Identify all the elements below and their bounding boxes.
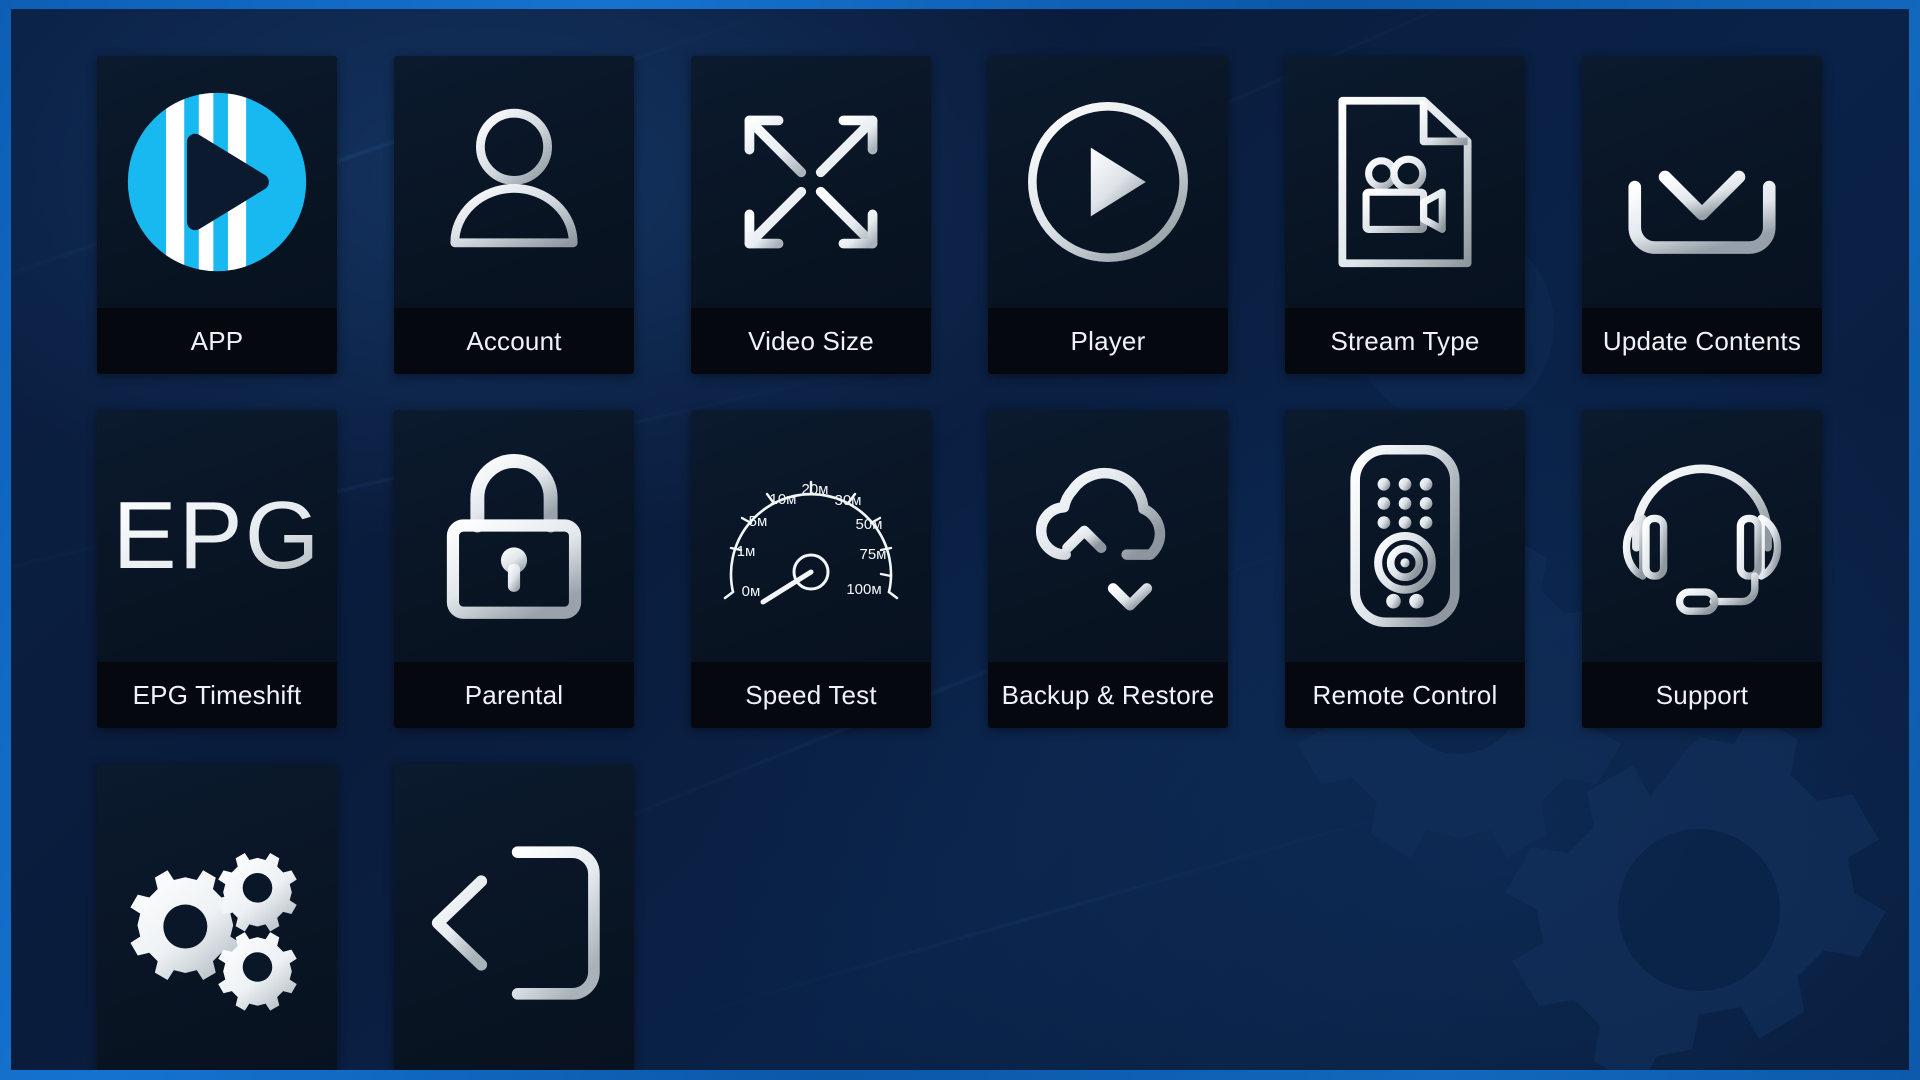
tile-label: Parental	[464, 679, 564, 710]
tile-account[interactable]: Account	[394, 56, 634, 374]
tile-label: Update Contents	[1602, 325, 1802, 356]
tile-label: APP	[190, 325, 244, 356]
tile-support[interactable]: Support	[1582, 410, 1822, 728]
tile-video-size[interactable]: Video Size	[691, 56, 931, 374]
settings-screen: APP Account Video Size Player Stream Typ…	[0, 0, 1920, 1080]
speed-tick-4: 20м	[802, 481, 829, 498]
tile-icon-area: EPG	[97, 410, 337, 662]
tile-label: Account	[466, 325, 562, 356]
tile-icon-area	[1285, 410, 1525, 662]
headset-icon	[1622, 464, 1782, 615]
tile-icon-area	[97, 56, 337, 308]
speed-tick-8: 100м	[846, 581, 881, 598]
tile-label-strip: Parental	[394, 662, 634, 728]
user-icon	[450, 108, 578, 248]
tile-icon-area	[1582, 56, 1822, 308]
tile-label: Remote Control	[1312, 679, 1498, 710]
tile-epg-timeshift[interactable]: EPG EPG Timeshift	[97, 410, 337, 728]
tile-label: EPG Timeshift	[132, 679, 302, 710]
tile-remote-control[interactable]: Remote Control	[1285, 410, 1525, 728]
speed-tick-3: 10м	[770, 491, 797, 508]
epg-letters: EPG	[117, 482, 317, 589]
tile-label: Speed Test	[745, 679, 877, 710]
epg-text-icon: EPG	[117, 482, 317, 589]
tile-label-strip: Stream Type	[1285, 308, 1525, 374]
download-icon	[1628, 106, 1776, 254]
tile-settings[interactable]	[97, 764, 337, 1070]
tile-speed-test[interactable]: 0м 1м 5м 10м 20м 30м 50м 75м 100м Speed …	[691, 410, 931, 728]
tile-label: Support	[1655, 679, 1749, 710]
video-document-icon	[1338, 96, 1472, 268]
tile-label-strip: EPG Timeshift	[97, 662, 337, 728]
tile-icon-area	[394, 764, 634, 1070]
tile-label-strip: Remote Control	[1285, 662, 1525, 728]
tile-icon-area	[1285, 56, 1525, 308]
speed-tick-7: 75м	[860, 546, 887, 563]
remote-control-icon	[1350, 444, 1460, 628]
tile-update-contents[interactable]: Update Contents	[1582, 56, 1822, 374]
tile-backup-restore[interactable]: Backup & Restore	[988, 410, 1228, 728]
tile-label-strip: Player	[988, 308, 1228, 374]
speedometer-icon: 0м 1м 5м 10м 20м 30м 50м 75м 100м	[723, 480, 899, 605]
speed-tick-6: 50м	[856, 516, 883, 533]
tile-label: Stream Type	[1330, 325, 1480, 356]
tile-label: Player	[1070, 325, 1146, 356]
tile-player[interactable]: Player	[988, 56, 1228, 374]
tile-icon-area	[691, 56, 931, 308]
expand-arrows-icon	[744, 115, 878, 249]
settings-stage: APP Account Video Size Player Stream Typ…	[11, 9, 1909, 1070]
lock-icon	[446, 454, 582, 619]
tile-label-strip: Update Contents	[1582, 308, 1822, 374]
gears-icon	[130, 852, 297, 1011]
tile-label-strip: Support	[1582, 662, 1822, 728]
tile-stream-type[interactable]: Stream Type	[1285, 56, 1525, 374]
tile-label-strip: Backup & Restore	[988, 662, 1228, 728]
play-circle-icon	[1028, 102, 1188, 262]
tile-icon-area	[1582, 410, 1822, 662]
speed-tick-5: 30м	[835, 492, 862, 509]
speed-tick-0: 0м	[742, 583, 761, 600]
tile-label: Backup & Restore	[1001, 679, 1215, 710]
tile-label-strip: Video Size	[691, 308, 931, 374]
settings-grid: APP Account Video Size Player Stream Typ…	[11, 9, 1909, 1070]
tile-label-strip: Speed Test	[691, 662, 931, 728]
tile-icon-area	[988, 410, 1228, 662]
tile-parental[interactable]: Parental	[394, 410, 634, 728]
tile-icon-area	[97, 764, 337, 1070]
cloud-sync-icon	[1035, 468, 1166, 611]
logout-icon	[431, 846, 600, 1000]
tile-icon-area	[394, 410, 634, 662]
speed-tick-2: 5м	[749, 513, 768, 530]
tile-app[interactable]: APP	[97, 56, 337, 374]
tile-icon-area: 0м 1м 5м 10м 20м 30м 50м 75м 100м	[691, 410, 931, 662]
tile-label-strip: APP	[97, 308, 337, 374]
app-logo-icon	[127, 92, 307, 272]
tile-icon-area	[988, 56, 1228, 308]
tile-label-strip: Account	[394, 308, 634, 374]
speed-tick-1: 1м	[737, 543, 756, 560]
tile-logout[interactable]	[394, 764, 634, 1070]
tile-icon-area	[394, 56, 634, 308]
tile-label: Video Size	[748, 325, 874, 356]
